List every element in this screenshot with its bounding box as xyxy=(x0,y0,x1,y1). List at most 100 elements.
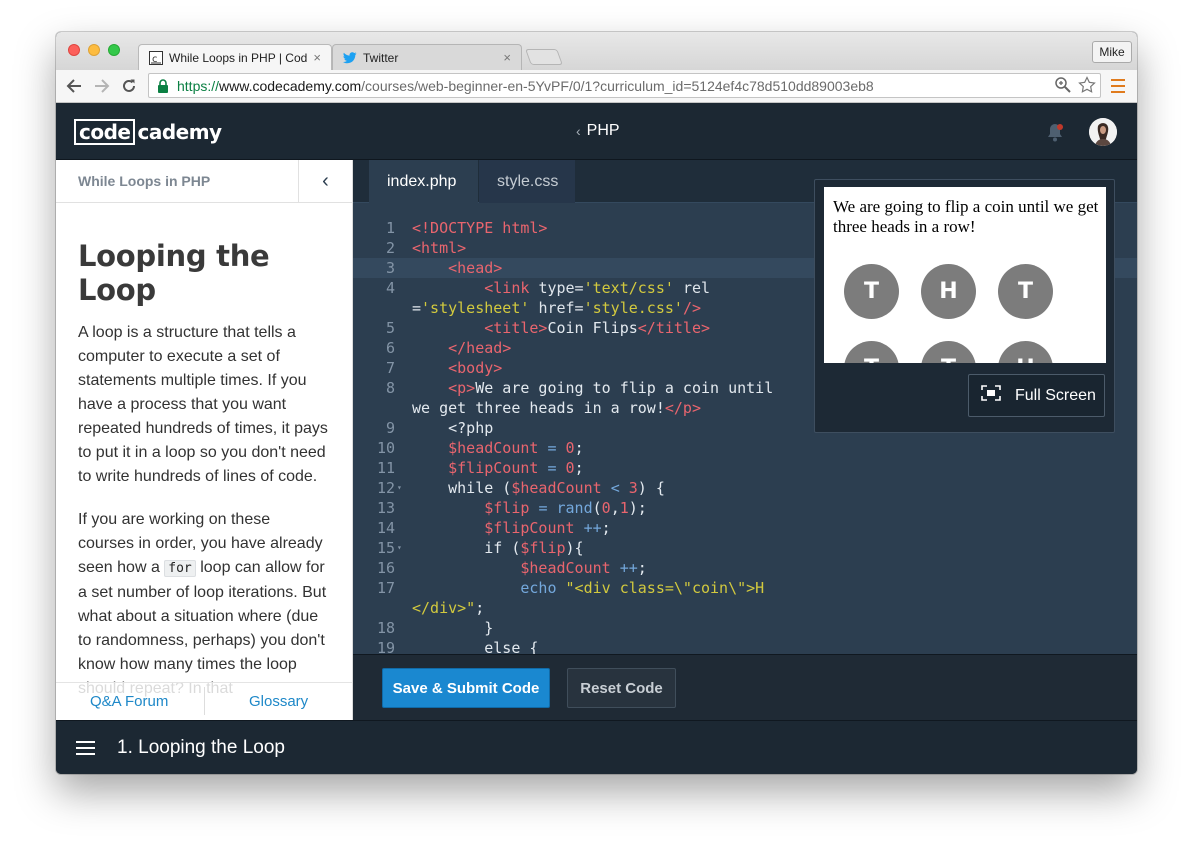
twitter-bird-icon xyxy=(343,51,357,65)
code-line: 14 $flipCount ++; xyxy=(353,518,1137,538)
line-number: 15 xyxy=(376,539,395,557)
bottom-bar: 1. Looping the Loop xyxy=(56,720,1137,774)
profile-button[interactable]: Mike xyxy=(1092,41,1132,63)
line-number: 1 xyxy=(385,219,395,237)
coin: T xyxy=(844,341,899,363)
line-number: 10 xyxy=(376,439,395,457)
coin: T xyxy=(998,264,1053,319)
address-bar[interactable]: https://www.codecademy.com/courses/web-b… xyxy=(148,73,1101,98)
coin: T xyxy=(844,264,899,319)
lesson-header: While Loops in PHP ‹ xyxy=(56,160,352,203)
fold-toggle-icon[interactable]: ▾ xyxy=(397,538,402,558)
glossary-link[interactable]: Glossary xyxy=(249,693,308,710)
minimize-window-button[interactable] xyxy=(88,44,100,56)
course-title: PHP xyxy=(586,122,620,139)
fullscreen-label: Full Screen xyxy=(1015,386,1096,404)
code-line: 11 $flipCount = 0; xyxy=(353,458,1137,478)
tab-style-css[interactable]: style.css xyxy=(479,160,575,203)
lesson-heading: Looping the Loop xyxy=(78,239,270,307)
zoom-icon[interactable] xyxy=(1054,76,1072,97)
line-number: 6 xyxy=(385,339,395,357)
bookmark-star-icon[interactable] xyxy=(1078,76,1096,97)
coin: T xyxy=(921,341,976,363)
footer-divider xyxy=(204,687,205,715)
close-window-button[interactable] xyxy=(68,44,80,56)
avatar[interactable] xyxy=(1089,118,1117,146)
browser-tab-codecademy[interactable]: c While Loops in PHP | Codecademy × xyxy=(138,44,332,70)
line-number: 2 xyxy=(385,239,395,257)
line-number: 18 xyxy=(376,619,395,637)
forward-arrow-icon[interactable] xyxy=(92,76,112,96)
line-number: 17 xyxy=(376,579,395,597)
preview-page: We are going to flip a coin until we get… xyxy=(824,187,1106,363)
browser-tab-twitter[interactable]: Twitter × xyxy=(332,44,522,70)
tab-title: Twitter xyxy=(363,50,399,65)
tab-title: While Loops in PHP | Codecademy xyxy=(169,50,308,65)
code-line: 15 ▾ if ($flip){ xyxy=(353,538,1137,558)
line-number: 4 xyxy=(385,279,395,297)
collapse-panel-button[interactable]: ‹ xyxy=(298,160,352,203)
back-arrow-icon[interactable] xyxy=(64,76,84,96)
code-line: 10 $headCount = 0; xyxy=(353,438,1137,458)
reset-code-button[interactable]: Reset Code xyxy=(567,668,676,708)
line-number: 14 xyxy=(376,519,395,537)
url-scheme: https:// xyxy=(177,77,220,94)
line-number: 3 xyxy=(385,259,395,277)
line-number: 9 xyxy=(385,419,395,437)
close-tab-icon[interactable]: × xyxy=(503,50,511,65)
lock-icon xyxy=(155,78,171,94)
line-number: 12 xyxy=(376,479,395,497)
codecademy-logo[interactable]: code cademy xyxy=(74,118,222,146)
qa-forum-link[interactable]: Q&A Forum xyxy=(90,693,168,710)
browser-toolbar: https://www.codecademy.com/courses/web-b… xyxy=(56,70,1137,103)
lesson-paragraph: A loop is a structure that tells a compu… xyxy=(78,324,328,485)
browser-menu-icon[interactable] xyxy=(1111,78,1125,94)
course-nav[interactable]: ‹ PHP xyxy=(576,122,620,140)
line-number: 16 xyxy=(376,559,395,577)
code-line: 19 else { xyxy=(353,638,1137,654)
coin: H xyxy=(998,341,1053,363)
exercise-title: 1. Looping the Loop xyxy=(117,737,285,758)
coin: H xyxy=(921,264,976,319)
lesson-panel: While Loops in PHP ‹ Looping the Loop A … xyxy=(56,160,353,720)
browser-tabstrip: c While Loops in PHP | Codecademy × Twit… xyxy=(56,32,1137,70)
line-number: 11 xyxy=(376,459,395,477)
inline-code: for xyxy=(164,560,196,577)
preview-text: We are going to flip a coin until we get… xyxy=(833,197,1099,236)
code-line: 12 ▾ while ($headCount < 3) { xyxy=(353,478,1137,498)
browser-window: c While Loops in PHP | Codecademy × Twit… xyxy=(56,32,1137,774)
chevron-left-icon: ‹ xyxy=(576,123,581,139)
code-line-wrap: </div>"; xyxy=(412,599,485,617)
lesson-section-title: While Loops in PHP xyxy=(78,173,211,189)
action-bar: Save & Submit Code Reset Code xyxy=(353,654,1137,720)
save-submit-button[interactable]: Save & Submit Code xyxy=(382,668,550,708)
logo-plain-text: cademy xyxy=(137,120,222,144)
logo-boxed-text: code xyxy=(74,119,136,145)
maximize-window-button[interactable] xyxy=(108,44,120,56)
url-path: /courses/web-beginner-en-5YvPF/0/1?curri… xyxy=(361,77,874,94)
new-tab-button[interactable] xyxy=(525,49,563,65)
code-line: 13 $flip = rand(0,1); xyxy=(353,498,1137,518)
app-header: code cademy ‹ PHP xyxy=(56,104,1137,160)
line-number: 5 xyxy=(385,319,395,337)
code-line: 18 } xyxy=(353,618,1137,638)
lesson-paragraph: If you are working on these courses in o… xyxy=(78,508,330,701)
tab-index-php[interactable]: index.php xyxy=(369,160,478,203)
close-tab-icon[interactable]: × xyxy=(313,50,321,65)
line-number: 8 xyxy=(385,379,395,397)
fullscreen-icon xyxy=(981,385,1001,406)
fold-toggle-icon[interactable]: ▾ xyxy=(397,478,402,498)
lesson-content: Looping the Loop A loop is a structure t… xyxy=(56,203,352,701)
url-host: www.codecademy.com xyxy=(219,77,362,94)
lesson-footer: Q&A Forum Glossary xyxy=(56,682,352,720)
line-number: 19 xyxy=(376,639,395,654)
notification-bell-icon[interactable] xyxy=(1046,122,1064,142)
code-line: 17 echo "<div class=\"coin\">H xyxy=(353,578,1137,598)
reload-icon[interactable] xyxy=(119,76,139,96)
line-number: 7 xyxy=(385,359,395,377)
line-number: 13 xyxy=(376,499,395,517)
paragraph-text: loop can allow for a set number of loop … xyxy=(78,559,327,697)
fullscreen-button[interactable]: Full Screen xyxy=(968,374,1105,417)
hamburger-menu-icon[interactable] xyxy=(76,741,95,755)
code-line: 16 $headCount ++; xyxy=(353,558,1137,578)
